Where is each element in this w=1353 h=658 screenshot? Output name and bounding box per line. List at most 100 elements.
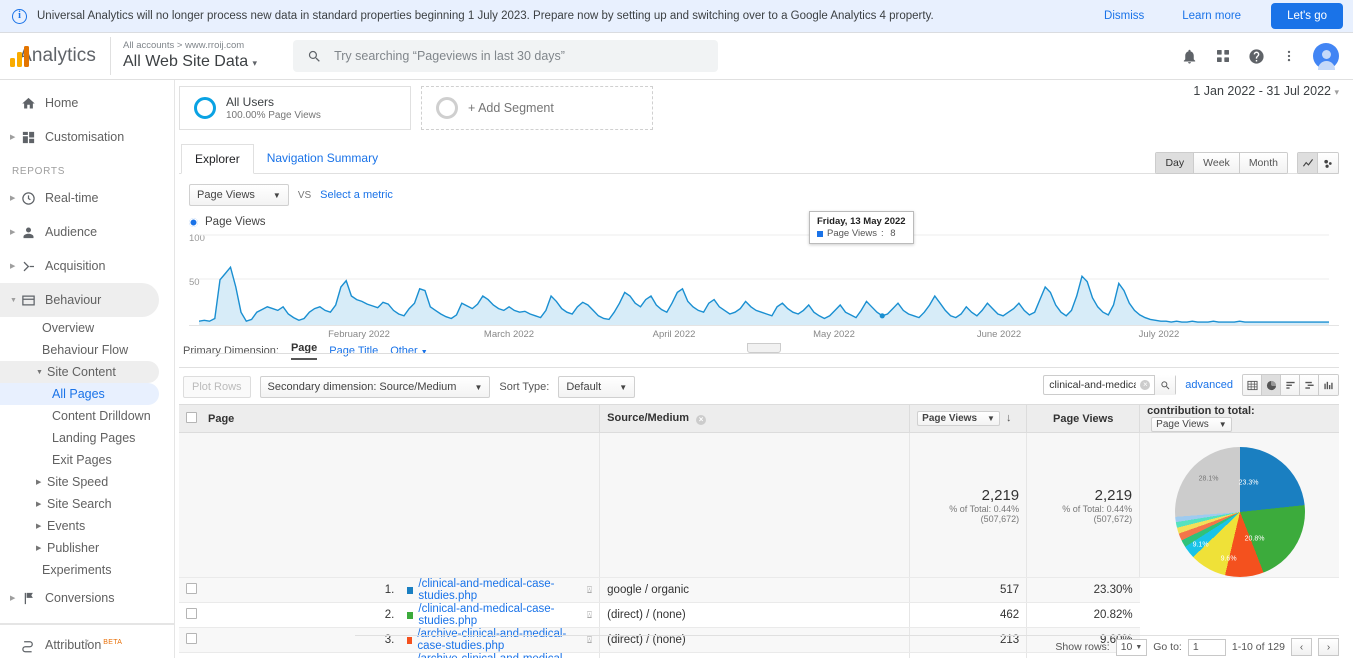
chevron-right-icon: ▶	[10, 228, 21, 236]
row-page-link[interactable]: /clinical-and-medical-case-studies.php	[418, 603, 586, 627]
collapse-sidebar-button[interactable]: ‹	[0, 624, 174, 658]
row-select-cell[interactable]	[179, 603, 201, 628]
comparison-view-icon[interactable]	[1300, 375, 1319, 395]
granularity-day[interactable]: Day	[1156, 153, 1194, 173]
advanced-filter-link[interactable]: advanced	[1185, 379, 1233, 391]
plot-rows-button[interactable]: Plot Rows	[183, 376, 251, 398]
slider-handle[interactable]	[747, 343, 781, 353]
analytics-logo-area[interactable]: Analytics	[0, 45, 110, 67]
clear-search-icon[interactable]: ×	[1140, 380, 1150, 390]
notifications-icon[interactable]	[1181, 48, 1198, 65]
row-page-link[interactable]: /clinical-and-medical-case-studies.php	[418, 578, 586, 602]
tab-navigation-summary[interactable]: Navigation Summary	[254, 144, 391, 173]
pivot-view-icon[interactable]	[1319, 375, 1338, 395]
table-search-input[interactable]	[1044, 379, 1140, 391]
secondary-dimension-dropdown[interactable]: Secondary dimension: Source/Medium ▼	[260, 376, 491, 398]
table-view-icon[interactable]	[1243, 375, 1262, 395]
apps-grid-icon[interactable]	[1215, 48, 1231, 64]
header-source-medium[interactable]: Source/Medium ×	[600, 405, 910, 433]
sidebar-item-customisation[interactable]: ▶ Customisation	[0, 120, 174, 154]
select-all-checkbox[interactable]	[186, 412, 197, 423]
avatar[interactable]	[1313, 43, 1339, 69]
person-icon	[21, 225, 45, 240]
granularity-week[interactable]: Week	[1194, 153, 1240, 173]
performance-view-icon[interactable]	[1281, 375, 1300, 395]
dismiss-button[interactable]: Dismiss	[1090, 10, 1158, 22]
row-select-cell[interactable]	[179, 628, 201, 653]
segment-all-users[interactable]: All Users 100.00% Page Views	[179, 86, 411, 130]
sidebar-item-experiments[interactable]: Experiments	[0, 559, 174, 581]
sidebar-item-exit-pages[interactable]: Exit Pages	[0, 449, 174, 471]
sidebar-item-site-content[interactable]: ▼ Site Content	[0, 361, 159, 383]
date-range-selector[interactable]: 1 Jan 2022 - 31 Jul 2022 ▾	[1193, 84, 1339, 98]
chevron-down-icon: ▾	[253, 58, 258, 68]
more-options-icon[interactable]	[1282, 48, 1296, 64]
open-external-icon[interactable]: ⍍	[587, 635, 592, 646]
header-page-views[interactable]: Page Views	[1027, 405, 1140, 433]
sidebar-item-events[interactable]: ▶ Events	[0, 515, 174, 537]
sidebar-item-behaviour-flow[interactable]: Behaviour Flow	[0, 339, 174, 361]
row-checkbox[interactable]	[186, 633, 197, 644]
line-chart-icon[interactable]	[1298, 153, 1318, 173]
row-checkbox[interactable]	[186, 583, 197, 594]
chevron-left-icon: ‹	[85, 634, 89, 649]
lets-go-button[interactable]: Let's go	[1271, 3, 1343, 29]
sidebar-item-landing-pages[interactable]: Landing Pages	[0, 427, 174, 449]
sidebar-item-content-drilldown[interactable]: Content Drilldown	[0, 405, 174, 427]
sidebar-item-overview[interactable]: Overview	[0, 317, 174, 339]
primary-metric-dropdown[interactable]: Page Views ▼	[189, 184, 289, 206]
header-page[interactable]: Page	[201, 405, 600, 433]
chevron-right-icon: ▶	[36, 500, 47, 508]
sidebar-item-realtime[interactable]: ▶ Real-time	[0, 181, 174, 215]
sort-descending-icon[interactable]: ↓	[1006, 412, 1012, 424]
row-select-cell[interactable]	[179, 653, 201, 658]
motion-chart-icon[interactable]	[1318, 153, 1338, 173]
remove-secondary-dimension-icon[interactable]: ×	[696, 415, 706, 425]
table-search[interactable]: ×	[1043, 375, 1176, 395]
customisation-icon	[21, 130, 45, 145]
help-icon[interactable]	[1248, 48, 1265, 65]
row-checkbox[interactable]	[186, 608, 197, 619]
add-segment-button[interactable]: + Add Segment	[421, 86, 653, 130]
sidebar-item-publisher[interactable]: ▶ Publisher	[0, 537, 174, 559]
tab-explorer[interactable]: Explorer	[181, 144, 254, 174]
sort-type-dropdown[interactable]: Default ▼	[558, 376, 635, 398]
open-external-icon[interactable]: ⍍	[587, 610, 592, 621]
row-index: 2.	[201, 603, 400, 628]
granularity-month[interactable]: Month	[1240, 153, 1287, 173]
open-external-icon[interactable]: ⍍	[587, 585, 592, 596]
property-selector[interactable]: All accounts > www.rroij.com All Web Sit…	[110, 37, 269, 75]
search-input[interactable]: Try searching “Pageviews in last 30 days…	[293, 40, 718, 72]
previous-page-button[interactable]: ‹	[1291, 638, 1312, 656]
sort-metric-dropdown[interactable]: Page Views ▼	[917, 411, 1000, 426]
select-a-metric-link[interactable]: Select a metric	[320, 189, 393, 201]
table-row[interactable]: 2. /clinical-and-medical-case-studies.php…	[179, 603, 1339, 628]
sidebar-item-audience[interactable]: ▶ Audience	[0, 215, 174, 249]
row-page-link[interactable]: /archive-clinical-and-medical-case-studi…	[417, 628, 586, 652]
goto-input[interactable]: 1	[1188, 639, 1226, 656]
sidebar-item-acquisition[interactable]: ▶ Acquisition	[0, 249, 174, 283]
tooltip-value: 8	[890, 228, 895, 239]
next-page-button[interactable]: ›	[1318, 638, 1339, 656]
sidebar-item-conversions[interactable]: ▶ Conversions	[0, 581, 174, 615]
table-row[interactable]: 1./clinical-and-medical-case-studies.php…	[179, 578, 1339, 603]
sidebar-item-site-search[interactable]: ▶ Site Search	[0, 493, 174, 515]
row-page-link[interactable]: /archive-clinical-and-medical-case-studi…	[417, 653, 586, 658]
chart-plot-area[interactable]: 100 50 Friday, 13 May 2022 Page Views: 8	[189, 233, 1339, 325]
sidebar-item-home[interactable]: Home	[0, 86, 174, 120]
sidebar-item-behaviour[interactable]: ▼ Behaviour	[0, 283, 159, 317]
contribution-pie-chart[interactable]: 23.3%20.8%9.6%9.1%28.1%	[1175, 447, 1305, 577]
sidebar-item-all-pages[interactable]: All Pages	[0, 383, 159, 405]
summary-sort-sub: % of Total: 0.44% (507,672)	[917, 504, 1019, 524]
sidebar-item-site-speed[interactable]: ▶ Site Speed	[0, 471, 174, 493]
select-all-header[interactable]	[179, 405, 201, 433]
behaviour-icon	[21, 293, 45, 308]
learn-more-link[interactable]: Learn more	[1168, 10, 1255, 22]
search-submit-button[interactable]	[1154, 375, 1175, 395]
contribution-metric-dropdown[interactable]: Page Views ▼	[1151, 417, 1232, 432]
chart-range-slider[interactable]	[189, 343, 1339, 354]
pie-view-icon[interactable]	[1262, 375, 1281, 395]
chart-legend[interactable]: Page Views	[189, 216, 1339, 228]
show-rows-dropdown[interactable]: 10 ▼	[1116, 639, 1148, 656]
row-select-cell[interactable]	[179, 578, 201, 603]
